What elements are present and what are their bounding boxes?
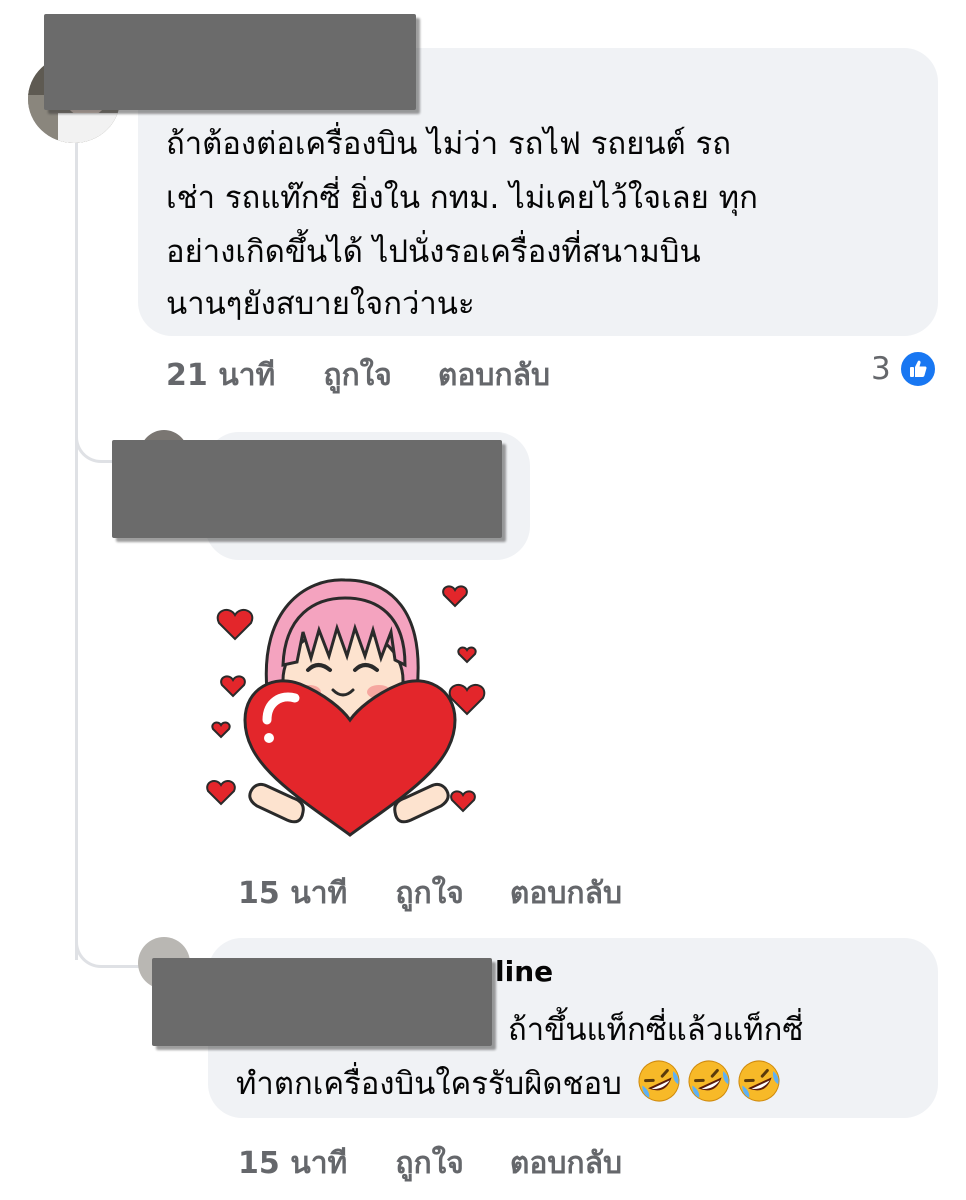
rolling-on-floor-laughing-icon	[632, 1060, 782, 1102]
comment-actions: 21 นาที ถูกใจ ตอบกลับ	[166, 352, 550, 399]
comment-text-line: ถ้าต้องต่อเครื่องบิน ไม่ว่า รถไฟ รถยนต์ …	[166, 126, 731, 162]
comment-text-line: ทำตกเครื่องบินใครรับผิดชอบ	[236, 1057, 782, 1111]
like-button[interactable]: ถูกใจ	[395, 1140, 464, 1187]
like-button[interactable]: ถูกใจ	[323, 352, 392, 399]
redacted-name	[152, 958, 492, 1046]
comment-timestamp: 15 นาที	[238, 1146, 348, 1181]
thread-line-vertical	[75, 140, 78, 960]
comment-text-line: นานๆยังสบายใจกว่านะ	[166, 286, 475, 322]
comment-actions: 15 นาที ถูกใจ ตอบกลับ	[238, 870, 622, 917]
reaction-count[interactable]: 3	[871, 350, 937, 388]
reaction-count-number: 3	[871, 351, 891, 387]
like-button[interactable]: ถูกใจ	[395, 870, 464, 917]
comment-actions: 15 นาที ถูกใจ ตอบกลับ	[238, 1140, 622, 1187]
comment-timestamp: 15 นาที	[238, 876, 348, 911]
comment-text-line: เช่า รถแท๊กซี่ ยิ่งใน กทม. ไม่เคยไว้ใจเล…	[166, 180, 758, 216]
thumbs-up-icon	[898, 350, 937, 388]
comment-timestamp: 21 นาที	[166, 358, 276, 393]
redacted-name	[112, 440, 502, 538]
reply-button[interactable]: ตอบกลับ	[438, 352, 550, 399]
commenter-name[interactable]: line	[495, 955, 553, 988]
comment-text-line: ถ้าขึ้นแท็กซี่แล้วแท็กซี่	[508, 1012, 804, 1048]
comment-text-span: ทำตกเครื่องบินใครรับผิดชอบ	[236, 1066, 622, 1102]
heart-hug-girl-sticker[interactable]	[205, 570, 495, 860]
comment-text-line: อย่างเกิดขึ้นได้ ไปนั่งรอเครื่องที่สนามบ…	[166, 234, 701, 270]
redacted-name	[44, 14, 416, 110]
reply-button[interactable]: ตอบกลับ	[510, 870, 622, 917]
reply-button[interactable]: ตอบกลับ	[510, 1140, 622, 1187]
